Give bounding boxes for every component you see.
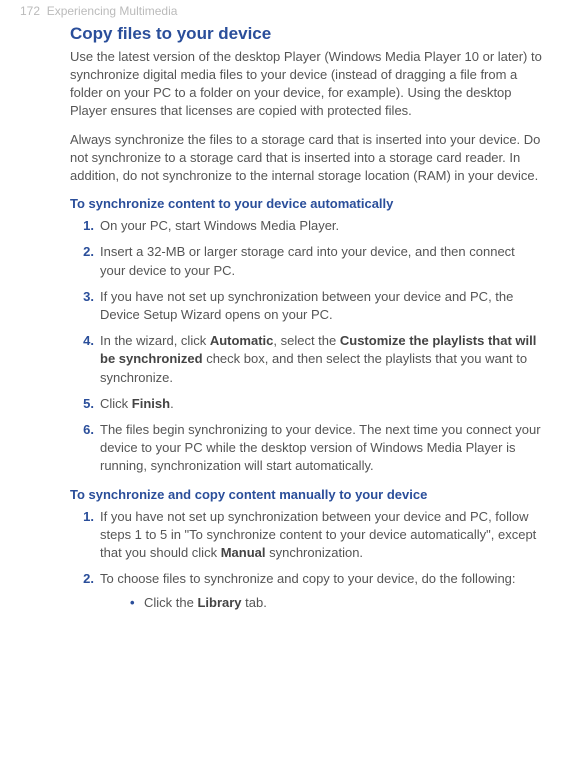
list-item: 1. If you have not set up synchronizatio… bbox=[70, 508, 542, 563]
item-number: 5. bbox=[70, 395, 100, 413]
list-item: 3. If you have not set up synchronizatio… bbox=[70, 288, 542, 324]
intro-para-2: Always synchronize the files to a storag… bbox=[70, 131, 542, 186]
item-text: The files begin synchronizing to your de… bbox=[100, 421, 542, 476]
item-number: 2. bbox=[70, 243, 100, 279]
auto-heading: To synchronize content to your device au… bbox=[70, 195, 542, 213]
manual-list: 1. If you have not set up synchronizatio… bbox=[70, 508, 542, 613]
chapter-title: Experiencing Multimedia bbox=[47, 4, 178, 18]
page-header: 172 Experiencing Multimedia bbox=[0, 3, 177, 20]
list-item: 1. On your PC, start Windows Media Playe… bbox=[70, 217, 542, 235]
item-text: In the wizard, click Automatic, select t… bbox=[100, 332, 542, 387]
item-text: Insert a 32-MB or larger storage card in… bbox=[100, 243, 542, 279]
manual-heading: To synchronize and copy content manually… bbox=[70, 486, 542, 504]
section-title: Copy files to your device bbox=[70, 22, 542, 46]
item-text: If you have not set up synchronization b… bbox=[100, 508, 542, 563]
item-number: 2. bbox=[70, 570, 100, 612]
item-number: 1. bbox=[70, 217, 100, 235]
sub-text: Click the Library tab. bbox=[144, 594, 267, 612]
bullet-icon: • bbox=[130, 594, 144, 612]
auto-list: 1. On your PC, start Windows Media Playe… bbox=[70, 217, 542, 475]
item-text: To choose files to synchronize and copy … bbox=[100, 570, 542, 612]
item-number: 3. bbox=[70, 288, 100, 324]
page-content: Copy files to your device Use the latest… bbox=[0, 22, 580, 613]
list-item: 5. Click Finish. bbox=[70, 395, 542, 413]
list-item: 2. To choose files to synchronize and co… bbox=[70, 570, 542, 612]
item-text: If you have not set up synchronization b… bbox=[100, 288, 542, 324]
list-item: 4. In the wizard, click Automatic, selec… bbox=[70, 332, 542, 387]
item-number: 1. bbox=[70, 508, 100, 563]
item-text: Click Finish. bbox=[100, 395, 542, 413]
page-number: 172 bbox=[20, 4, 40, 18]
list-item: 2. Insert a 32-MB or larger storage card… bbox=[70, 243, 542, 279]
item-text: On your PC, start Windows Media Player. bbox=[100, 217, 542, 235]
intro-para-1: Use the latest version of the desktop Pl… bbox=[70, 48, 542, 121]
item-number: 4. bbox=[70, 332, 100, 387]
item-number: 6. bbox=[70, 421, 100, 476]
sub-bullet: • Click the Library tab. bbox=[130, 594, 542, 612]
list-item: 6. The files begin synchronizing to your… bbox=[70, 421, 542, 476]
